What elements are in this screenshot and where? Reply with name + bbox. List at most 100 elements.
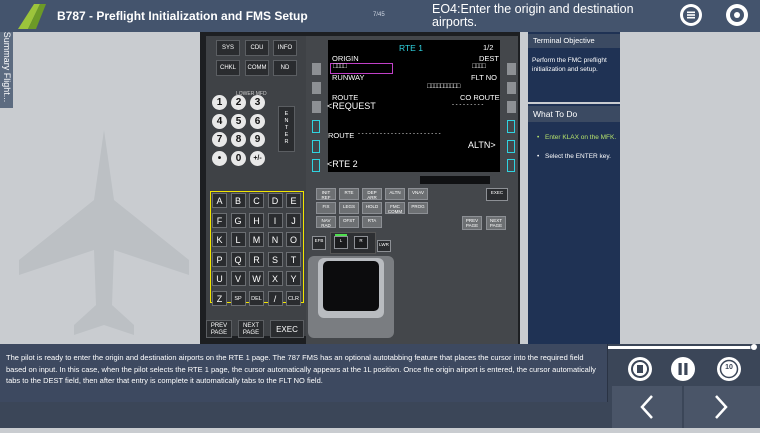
lsk-5r[interactable]	[507, 140, 515, 153]
alpha-key-z[interactable]: Z	[212, 290, 227, 306]
alpha-key-r[interactable]: R	[249, 251, 264, 267]
fmc-key-prog[interactable]: PROG	[408, 202, 428, 214]
alpha-key-k[interactable]: K	[212, 232, 227, 247]
alpha-key-p[interactable]: P	[212, 251, 227, 267]
fmc-key-hold[interactable]: HOLD	[362, 202, 382, 214]
fmc-prev-page-key[interactable]: PREV PAGE	[462, 216, 482, 230]
r-select-key[interactable]: R	[354, 236, 368, 249]
l-select-key[interactable]: L	[334, 236, 348, 249]
num-key-8[interactable]: 8	[231, 132, 246, 147]
prev-page-key[interactable]: PREV PAGE	[206, 320, 232, 338]
exec-key[interactable]: EXEC	[270, 320, 304, 338]
alpha-key-h[interactable]: H	[249, 212, 264, 228]
replay-button[interactable]	[627, 356, 653, 382]
progress-fill	[608, 346, 751, 349]
alpha-key-w[interactable]: W	[249, 271, 264, 286]
alpha-key-f[interactable]: F	[212, 212, 227, 228]
num-key-plusminus[interactable]: +/-	[250, 151, 265, 166]
altn-prompt: ALTN>	[468, 140, 496, 150]
alpha-key-t[interactable]: T	[286, 251, 301, 267]
cdu-key[interactable]: CDU	[245, 40, 269, 56]
aircraft-silhouette-icon	[19, 130, 189, 335]
num-key-dot[interactable]: •	[212, 151, 227, 166]
sys-key[interactable]: SYS	[216, 40, 240, 56]
next-page-key[interactable]: NEXT PAGE	[238, 320, 264, 338]
alpha-key-e[interactable]: E	[286, 193, 301, 208]
lsk-4l[interactable]	[312, 120, 320, 133]
num-key-1[interactable]: 1	[212, 95, 227, 110]
previous-button[interactable]	[612, 386, 682, 428]
fmc-key-legs[interactable]: LEGS	[339, 202, 359, 214]
rewind-10-button[interactable]: 10	[716, 356, 742, 382]
fmc-next-page-key[interactable]: NEXT PAGE	[486, 216, 506, 230]
alpha-key-n[interactable]: N	[267, 232, 283, 247]
fmc-key-nav-rad[interactable]: NAV RAD	[316, 216, 336, 228]
chkl-key[interactable]: CHKL	[216, 60, 240, 76]
nd-key[interactable]: ND	[273, 60, 297, 76]
lsk-3l[interactable]	[312, 101, 321, 113]
alpha-key-i[interactable]: I	[267, 212, 283, 228]
settings-button[interactable]	[726, 4, 748, 26]
dest-field: □□□□	[472, 63, 486, 70]
alpha-key-slash[interactable]: /	[267, 290, 283, 306]
fmc-key-ofst[interactable]: OFST	[339, 216, 359, 228]
alpha-key-a[interactable]: A	[212, 193, 227, 208]
fmc-key-rte[interactable]: RTE	[339, 188, 359, 200]
alpha-key-l[interactable]: L	[230, 232, 246, 247]
lsk-6r[interactable]	[507, 159, 515, 172]
comm-key[interactable]: COMM	[245, 60, 269, 76]
pause-button[interactable]	[670, 356, 696, 382]
fmc-key-rta[interactable]: RTA	[362, 216, 382, 228]
lwr-key[interactable]: LWR	[377, 240, 391, 252]
menu-button[interactable]	[680, 4, 702, 26]
num-key-4[interactable]: 4	[212, 114, 227, 129]
fmc-key-init-ref[interactable]: INIT REF	[316, 188, 336, 200]
next-button[interactable]	[684, 386, 760, 428]
lsk-4r[interactable]	[507, 120, 515, 133]
fmc-key-vnav[interactable]: VNAV	[408, 188, 428, 200]
num-key-3[interactable]: 3	[250, 95, 265, 110]
alpha-key-q[interactable]: Q	[230, 251, 246, 267]
alpha-key-j[interactable]: J	[286, 212, 301, 228]
lsk-2l[interactable]	[312, 82, 321, 94]
touchpad[interactable]	[323, 261, 379, 311]
alpha-key-u[interactable]: U	[212, 271, 227, 286]
lsk-5l[interactable]	[312, 140, 320, 153]
alpha-key-s[interactable]: S	[267, 251, 283, 267]
num-key-9[interactable]: 9	[250, 132, 265, 147]
fmc-key-fmc-comm[interactable]: FMC COMM	[385, 202, 405, 214]
efb-key[interactable]: EFB	[312, 236, 326, 250]
lsk-3r[interactable]	[507, 101, 516, 113]
alpha-key-m[interactable]: M	[249, 232, 264, 247]
alpha-key-v[interactable]: V	[230, 271, 246, 286]
fmc-key-dep-arr[interactable]: DEP ARR	[362, 188, 382, 200]
alpha-key-sp[interactable]: SP	[230, 290, 246, 306]
alpha-key-c[interactable]: C	[249, 193, 264, 208]
alpha-key-clr[interactable]: CLR	[286, 290, 301, 306]
num-key-7[interactable]: 7	[212, 132, 227, 147]
narration-text: The pilot is ready to enter the origin a…	[0, 344, 608, 402]
lsk-1l[interactable]	[312, 63, 321, 75]
alpha-key-x[interactable]: X	[267, 271, 283, 286]
lsk-2r[interactable]	[507, 82, 516, 94]
num-key-0[interactable]: 0	[231, 151, 246, 166]
alpha-key-del[interactable]: DEL	[249, 290, 264, 306]
num-key-6[interactable]: 6	[250, 114, 265, 129]
fmc-key-fix[interactable]: FIX	[316, 202, 336, 214]
terminal-objective-text: Perform the FMC preflight initialization…	[532, 57, 607, 73]
lsk-1r[interactable]	[507, 63, 516, 75]
lsk-6l[interactable]	[312, 159, 320, 172]
num-key-5[interactable]: 5	[231, 114, 246, 129]
alpha-key-o[interactable]: O	[286, 232, 301, 247]
enter-key[interactable]: E N T E R	[278, 106, 295, 152]
fmc-key-altn[interactable]: ALTN	[385, 188, 405, 200]
task-item-1: Enter KLAX on the MFK.	[545, 134, 617, 141]
alpha-key-b[interactable]: B	[230, 193, 246, 208]
num-key-2[interactable]: 2	[231, 95, 246, 110]
alpha-key-y[interactable]: Y	[286, 271, 301, 286]
alpha-key-g[interactable]: G	[230, 212, 246, 228]
alpha-key-d[interactable]: D	[267, 193, 283, 208]
progress-handle[interactable]	[751, 344, 757, 350]
info-key[interactable]: INFO	[273, 40, 297, 56]
fmc-exec-key[interactable]: EXEC	[486, 188, 508, 201]
